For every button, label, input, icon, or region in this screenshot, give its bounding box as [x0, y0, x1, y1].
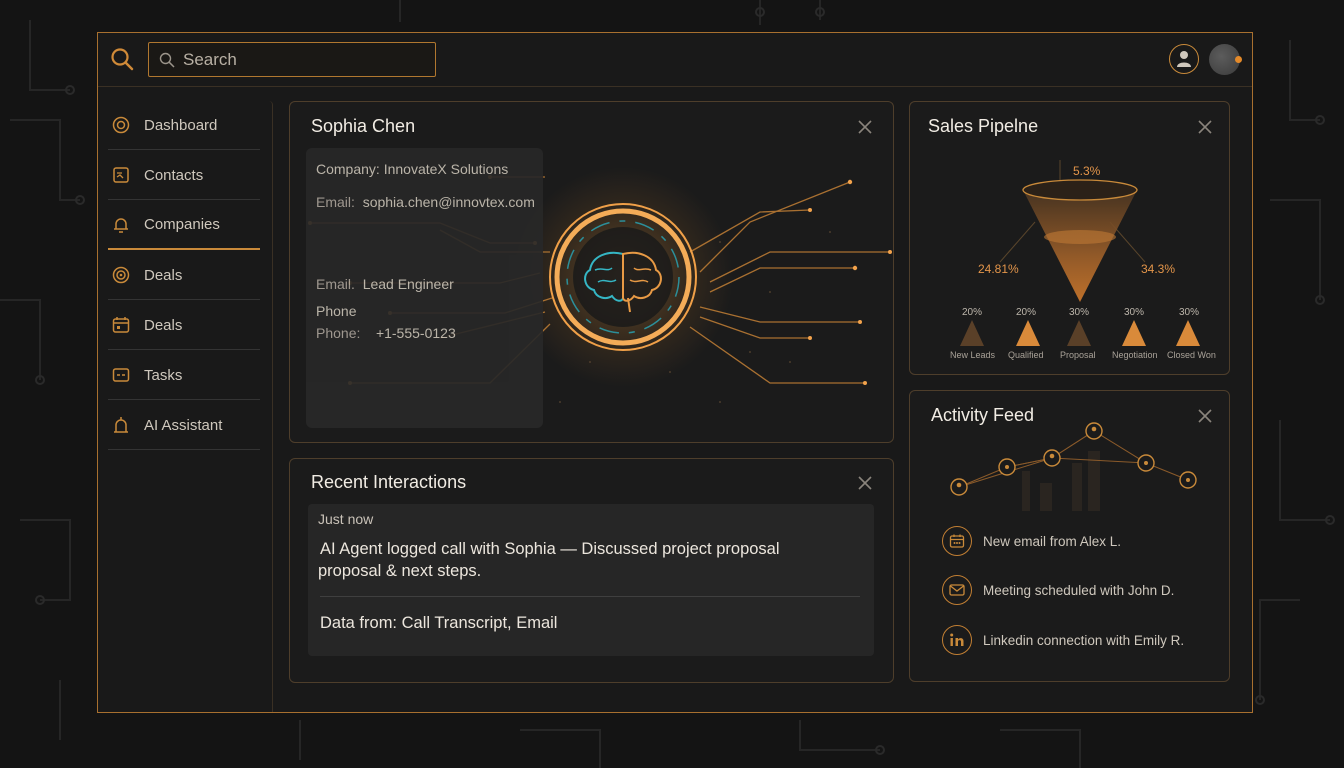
pipeline-top-percent: 5.3%: [1073, 164, 1101, 178]
user-icon: [1177, 51, 1191, 67]
sidebar-item-label: Dashboard: [144, 116, 218, 134]
sidebar-item-label: Deals: [144, 316, 183, 334]
stage-label: Proposal: [1060, 350, 1096, 360]
email-row: Email: sophia.chen@innovtex.com: [316, 194, 535, 210]
online-status-dot: [1235, 56, 1242, 63]
sidebar-item-label: Tasks: [144, 366, 183, 384]
stage-label: Negotiation: [1112, 350, 1158, 360]
stage-percent: 30%: [1124, 307, 1145, 318]
close-icon[interactable]: [1197, 119, 1213, 135]
activity-text: Linkedin connection with Emily R.: [983, 632, 1185, 648]
activity-item[interactable]: Meeting scheduled with John D.: [942, 574, 1174, 606]
calendar-icon: [111, 315, 131, 335]
tasks-icon: [111, 365, 131, 385]
phone-row: Phone: +1-555-0123: [316, 325, 456, 341]
search-icon[interactable]: [110, 47, 134, 71]
contact-panel: Sophia Chen Company: InnovateX Solutions…: [289, 101, 894, 443]
mail-icon: [942, 575, 972, 605]
pipeline-right-percent: 34.3%: [1141, 262, 1176, 276]
sales-pipeline-panel: Sales Pipelne 5.3% 24.81% 34.3% 20% 20% …: [909, 101, 1230, 375]
stage-label: Qualified: [1008, 350, 1044, 360]
recent-interactions-panel: Recent Interactions Just now AI Agent lo…: [289, 458, 894, 683]
divider: [320, 596, 860, 597]
sidebar-item-label: Companies: [144, 216, 220, 233]
contact-details-card: Company: InnovateX Solutions Email: soph…: [306, 148, 543, 428]
panel-title: Recent Interactions: [311, 472, 467, 492]
sidebar-item-deals-calendar[interactable]: Deals: [108, 301, 260, 350]
panel-title: Activity Feed: [931, 405, 1035, 425]
interaction-source: Data from: Call Transcript, Email: [320, 614, 558, 632]
calendar-icon: [942, 526, 972, 556]
user-profile-button[interactable]: [1169, 44, 1199, 74]
sidebar-item-dashboard[interactable]: Dashboard: [108, 101, 260, 150]
search-field-icon: [159, 52, 175, 68]
activity-text: Meeting scheduled with John D.: [983, 582, 1175, 598]
funnel-shape: [1023, 190, 1137, 302]
phone-value[interactable]: +1-555-0123: [376, 325, 456, 341]
stage-percent: 30%: [1069, 307, 1090, 318]
stage-label: New Leads: [950, 350, 996, 360]
phone-label: Phone: [316, 303, 357, 319]
search-bar[interactable]: [148, 42, 436, 77]
summary-line-2: proposal & next steps.: [318, 562, 482, 580]
top-bar: [98, 33, 1252, 87]
stage-percent: 20%: [1016, 307, 1037, 318]
activity-feed-panel: Activity Feed New email from Alex L. Mee…: [909, 390, 1230, 682]
company-line: Company: InnovateX Solutions: [316, 161, 509, 177]
sidebar-item-label: AI Assistant: [144, 416, 223, 434]
stage-label: Closed Won: [1167, 350, 1216, 360]
activity-item[interactable]: New email from Alex L.: [942, 525, 1121, 557]
contacts-icon: [111, 165, 131, 185]
contact-name: Sophia Chen: [311, 116, 416, 136]
stage-markers: [960, 320, 1200, 346]
crm-app-window: Dashboard Contacts Companies Deals Deals: [97, 32, 1253, 713]
summary-line-1: AI Agent logged call with Sophia — Discu…: [320, 540, 780, 558]
sidebar: Dashboard Contacts Companies Deals Deals: [98, 101, 273, 712]
dashboard-icon: [111, 115, 131, 135]
sidebar-item-ai-assistant[interactable]: AI Assistant: [108, 401, 260, 450]
phone-key: Phone:: [316, 325, 361, 341]
sidebar-item-deals[interactable]: Deals: [108, 251, 260, 300]
interaction-summary: AI Agent logged call with Sophia — Discu…: [318, 538, 840, 582]
role-value: Lead Engineer: [362, 276, 454, 292]
pipeline-funnel-graphic: [960, 160, 1200, 346]
close-icon[interactable]: [857, 119, 873, 135]
sidebar-item-contacts[interactable]: Contacts: [108, 151, 260, 200]
sidebar-item-label: Deals: [144, 266, 183, 284]
sidebar-item-tasks[interactable]: Tasks: [108, 351, 260, 400]
role-row: Email. Lead Engineer: [316, 276, 454, 292]
close-icon[interactable]: [1197, 408, 1213, 424]
target-icon: [111, 265, 131, 285]
sidebar-item-companies[interactable]: Companies: [108, 201, 260, 250]
bell-icon: [111, 215, 131, 235]
stage-percent: 20%: [962, 307, 983, 318]
interaction-card[interactable]: Just now AI Agent logged call with Sophi…: [308, 504, 874, 656]
activity-text: New email from Alex L.: [983, 533, 1122, 549]
role-label: Email.: [316, 276, 355, 292]
pipeline-left-percent: 24.81%: [978, 262, 1019, 276]
stage-percent: 30%: [1179, 307, 1200, 318]
email-label: Email:: [316, 194, 355, 210]
email-value[interactable]: sophia.chen@innovtex.com: [363, 194, 535, 210]
sidebar-item-label: Contacts: [144, 166, 204, 184]
interaction-time: Just now: [318, 511, 374, 527]
panel-title: Sales Pipelne: [928, 116, 1039, 136]
ai-assistant-icon: [111, 415, 131, 435]
close-icon[interactable]: [857, 475, 873, 491]
linkedin-icon: [942, 625, 972, 655]
search-input[interactable]: [183, 43, 423, 76]
activity-item[interactable]: Linkedin connection with Emily R.: [942, 624, 1184, 656]
